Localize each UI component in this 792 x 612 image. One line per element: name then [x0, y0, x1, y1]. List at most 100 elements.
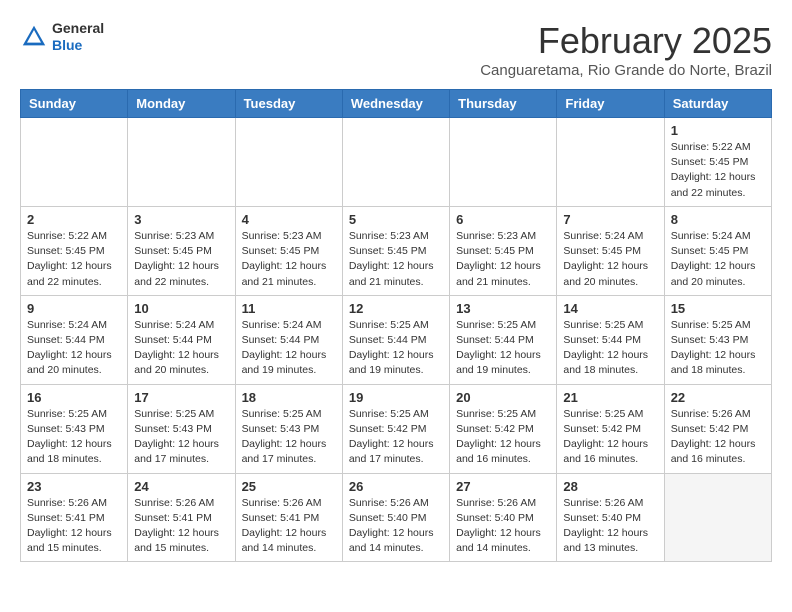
- calendar-cell: [235, 118, 342, 207]
- day-number: 23: [27, 479, 121, 494]
- calendar-cell: 16Sunrise: 5:25 AM Sunset: 5:43 PM Dayli…: [21, 384, 128, 473]
- day-info: Sunrise: 5:24 AM Sunset: 5:44 PM Dayligh…: [134, 318, 228, 379]
- day-number: 11: [242, 301, 336, 316]
- weekday-header-row: SundayMondayTuesdayWednesdayThursdayFrid…: [21, 90, 772, 118]
- day-number: 2: [27, 212, 121, 227]
- day-number: 24: [134, 479, 228, 494]
- logo-icon: [20, 23, 48, 51]
- day-number: 8: [671, 212, 765, 227]
- calendar-cell: 11 Sunrise: 5:24 AM Sunset: 5:44 PM Dayli…: [235, 295, 342, 384]
- calendar-cell: 21 Sunrise: 5:25 AM Sunset: 5:42 PM Dayli…: [557, 384, 664, 473]
- weekday-header: Friday: [557, 90, 664, 118]
- calendar-cell: 25 Sunrise: 5:26 AM Sunset: 5:41 PM Dayli…: [235, 473, 342, 562]
- day-info: Sunrise: 5:26 AM Sunset: 5:41 PM Dayligh…: [27, 496, 121, 557]
- day-info: Sunrise: 5:24 AM Sunset: 5:45 PM Dayligh…: [671, 229, 765, 290]
- day-info: Sunrise: 5:24 AM Sunset: 5:44 PM Dayligh…: [27, 318, 121, 379]
- day-info: Sunrise: 5:24 AM Sunset: 5:45 PM Dayligh…: [563, 229, 657, 290]
- logo-general-text: General: [52, 20, 104, 37]
- week-row: 23 Sunrise: 5:26 AM Sunset: 5:41 PM Dayli…: [21, 473, 772, 562]
- day-info: Sunrise: 5:23 AM Sunset: 5:45 PM Dayligh…: [134, 229, 228, 290]
- day-info: Sunrise: 5:25 AM Sunset: 5:42 PM Dayligh…: [456, 407, 550, 468]
- calendar-cell: 17 Sunrise: 5:25 AM Sunset: 5:43 PM Dayli…: [128, 384, 235, 473]
- calendar-cell: [450, 118, 557, 207]
- calendar-cell: 5Sunrise: 5:23 AM Sunset: 5:45 PM Daylig…: [342, 206, 449, 295]
- title-section: February 2025 Canguaretama, Rio Grande d…: [480, 20, 772, 79]
- day-info: Sunrise: 5:25 AM Sunset: 5:44 PM Dayligh…: [349, 318, 443, 379]
- calendar-cell: 22 Sunrise: 5:26 AM Sunset: 5:42 PM Dayli…: [664, 384, 771, 473]
- month-title: February 2025: [480, 20, 772, 62]
- logo-blue-text: Blue: [52, 37, 104, 54]
- week-row: 9 Sunrise: 5:24 AM Sunset: 5:44 PM Daylig…: [21, 295, 772, 384]
- calendar-cell: 3 Sunrise: 5:23 AM Sunset: 5:45 PM Daylig…: [128, 206, 235, 295]
- day-info: Sunrise: 5:25 AM Sunset: 5:43 PM Dayligh…: [671, 318, 765, 379]
- logo: General Blue: [20, 20, 104, 54]
- calendar-cell: 15 Sunrise: 5:25 AM Sunset: 5:43 PM Dayli…: [664, 295, 771, 384]
- day-number: 26: [349, 479, 443, 494]
- calendar-cell: [664, 473, 771, 562]
- day-info: Sunrise: 5:25 AM Sunset: 5:43 PM Dayligh…: [134, 407, 228, 468]
- day-info: Sunrise: 5:24 AM Sunset: 5:44 PM Dayligh…: [242, 318, 336, 379]
- week-row: 16 Sunrise: 5:25 AM Sunset: 5:43 PM Dayli…: [21, 384, 772, 473]
- calendar-cell: 27 Sunrise: 5:26 AM Sunset: 5:40 PM Dayli…: [450, 473, 557, 562]
- day-info: Sunrise: 5:25 AM Sunset: 5:44 PM Dayligh…: [456, 318, 550, 379]
- week-row: 2 Sunrise: 5:22 AM Sunset: 5:45 PM Daylig…: [21, 206, 772, 295]
- calendar-table: SundayMondayTuesdayWednesdayThursdayFrid…: [20, 89, 772, 562]
- day-number: 14: [563, 301, 657, 316]
- day-info: Sunrise: 5:23 AM Sunset: 5:45 PM Dayligh…: [456, 229, 550, 290]
- day-info: Sunrise: 5:22 AM Sunset: 5:45 PM Dayligh…: [671, 140, 765, 201]
- day-number: 21: [563, 390, 657, 405]
- calendar-cell: 24 Sunrise: 5:26 AM Sunset: 5:41 PM Dayli…: [128, 473, 235, 562]
- calendar-cell: 23 Sunrise: 5:26 AM Sunset: 5:41 PM Dayli…: [21, 473, 128, 562]
- day-info: Sunrise: 5:26 AM Sunset: 5:41 PM Dayligh…: [134, 496, 228, 557]
- day-info: Sunrise: 5:26 AM Sunset: 5:40 PM Dayligh…: [456, 496, 550, 557]
- calendar-cell: 26 Sunrise: 5:26 AM Sunset: 5:40 PM Dayli…: [342, 473, 449, 562]
- calendar-cell: 8 Sunrise: 5:24 AM Sunset: 5:45 PM Daylig…: [664, 206, 771, 295]
- weekday-header: Saturday: [664, 90, 771, 118]
- day-info: Sunrise: 5:22 AM Sunset: 5:45 PM Dayligh…: [27, 229, 121, 290]
- location-subtitle: Canguaretama, Rio Grande do Norte, Brazi…: [480, 62, 772, 79]
- calendar-cell: [342, 118, 449, 207]
- day-number: 20: [456, 390, 550, 405]
- day-number: 25: [242, 479, 336, 494]
- day-number: 22: [671, 390, 765, 405]
- page-header: General Blue February 2025 Canguaretama,…: [20, 20, 772, 79]
- calendar-cell: 6Sunrise: 5:23 AM Sunset: 5:45 PM Daylig…: [450, 206, 557, 295]
- day-info: Sunrise: 5:25 AM Sunset: 5:43 PM Dayligh…: [242, 407, 336, 468]
- day-number: 3: [134, 212, 228, 227]
- calendar-cell: 12 Sunrise: 5:25 AM Sunset: 5:44 PM Dayli…: [342, 295, 449, 384]
- calendar-cell: 13Sunrise: 5:25 AM Sunset: 5:44 PM Dayli…: [450, 295, 557, 384]
- calendar-cell: 4 Sunrise: 5:23 AM Sunset: 5:45 PM Daylig…: [235, 206, 342, 295]
- day-number: 12: [349, 301, 443, 316]
- day-info: Sunrise: 5:23 AM Sunset: 5:45 PM Dayligh…: [242, 229, 336, 290]
- day-number: 19: [349, 390, 443, 405]
- weekday-header: Thursday: [450, 90, 557, 118]
- calendar-cell: 9 Sunrise: 5:24 AM Sunset: 5:44 PM Daylig…: [21, 295, 128, 384]
- day-number: 17: [134, 390, 228, 405]
- logo-text: General Blue: [52, 20, 104, 54]
- week-row: 1Sunrise: 5:22 AM Sunset: 5:45 PM Daylig…: [21, 118, 772, 207]
- weekday-header: Monday: [128, 90, 235, 118]
- calendar-cell: [21, 118, 128, 207]
- day-info: Sunrise: 5:25 AM Sunset: 5:42 PM Dayligh…: [563, 407, 657, 468]
- day-number: 28: [563, 479, 657, 494]
- day-info: Sunrise: 5:26 AM Sunset: 5:40 PM Dayligh…: [563, 496, 657, 557]
- day-number: 4: [242, 212, 336, 227]
- day-number: 16: [27, 390, 121, 405]
- day-number: 18: [242, 390, 336, 405]
- day-info: Sunrise: 5:26 AM Sunset: 5:41 PM Dayligh…: [242, 496, 336, 557]
- day-number: 27: [456, 479, 550, 494]
- day-info: Sunrise: 5:26 AM Sunset: 5:42 PM Dayligh…: [671, 407, 765, 468]
- weekday-header: Wednesday: [342, 90, 449, 118]
- calendar-cell: [128, 118, 235, 207]
- day-number: 9: [27, 301, 121, 316]
- calendar-cell: 7 Sunrise: 5:24 AM Sunset: 5:45 PM Daylig…: [557, 206, 664, 295]
- day-info: Sunrise: 5:26 AM Sunset: 5:40 PM Dayligh…: [349, 496, 443, 557]
- day-number: 5: [349, 212, 443, 227]
- calendar-cell: 20 Sunrise: 5:25 AM Sunset: 5:42 PM Dayli…: [450, 384, 557, 473]
- day-number: 15: [671, 301, 765, 316]
- day-number: 10: [134, 301, 228, 316]
- calendar-cell: 19Sunrise: 5:25 AM Sunset: 5:42 PM Dayli…: [342, 384, 449, 473]
- weekday-header: Tuesday: [235, 90, 342, 118]
- day-number: 7: [563, 212, 657, 227]
- calendar-cell: 2 Sunrise: 5:22 AM Sunset: 5:45 PM Daylig…: [21, 206, 128, 295]
